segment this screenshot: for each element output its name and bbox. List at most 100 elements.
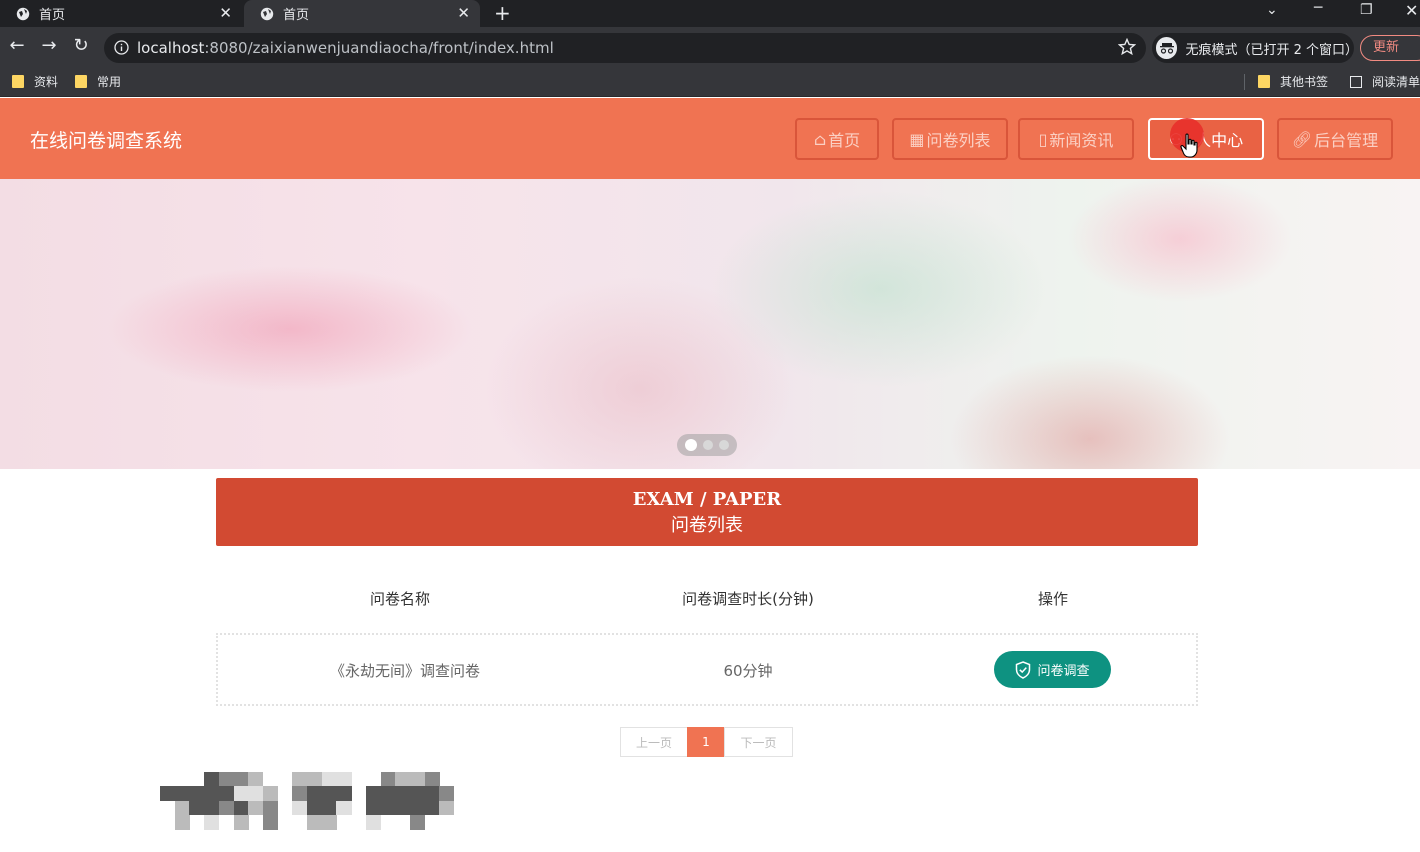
mosaic-cell <box>365 814 381 830</box>
mosaic-cell <box>218 800 234 816</box>
mosaic-cell <box>204 772 220 787</box>
news-icon: ▯ <box>1038 129 1048 149</box>
browser-tab[interactable]: 首页 ✕ <box>0 0 242 27</box>
close-icon[interactable]: ✕ <box>457 5 470 21</box>
new-tab-icon[interactable]: + <box>494 3 511 23</box>
section-title-box: EXAM / PAPER 问卷列表 <box>216 478 1198 546</box>
nav-admin[interactable]: 🔗︎ 后台管理 <box>1277 118 1393 160</box>
url-host: localhost <box>137 39 205 57</box>
nav-news[interactable]: ▯ 新闻资讯 <box>1018 118 1134 160</box>
tab-title: 首页 <box>39 8 66 23</box>
reading-list-icon <box>1350 75 1362 88</box>
mosaic-cell <box>336 786 352 801</box>
folder-icon <box>12 75 24 88</box>
nav-survey-list[interactable]: ▦ 问卷列表 <box>892 118 1008 160</box>
close-icon[interactable]: ✕ <box>219 5 232 21</box>
hero-banner <box>0 179 1420 469</box>
mosaic-cell <box>248 786 264 801</box>
globe-icon <box>260 7 274 20</box>
mosaic-cell <box>307 772 323 787</box>
mosaic-cell <box>307 800 323 816</box>
incognito-icon <box>1156 37 1178 59</box>
survey-button-label: 问卷调查 <box>1037 664 1090 679</box>
tab-title: 首页 <box>283 8 310 23</box>
list-icon: ▦ <box>909 129 925 149</box>
chevron-down-icon[interactable]: ⌄ <box>1266 2 1278 18</box>
pixelated-content <box>160 772 455 830</box>
mosaic-cell <box>424 786 440 801</box>
browser-tab-bar: 首页 ✕ 首页 ✕ + ⌄ ─ ❐ ✕ <box>0 0 1420 27</box>
incognito-indicator[interactable]: 无痕模式（已打开 2 个窗口） <box>1152 33 1359 63</box>
restore-icon[interactable]: ❐ <box>1360 2 1373 18</box>
mosaic-cell <box>395 800 411 816</box>
mosaic-cell <box>321 772 337 787</box>
mosaic-cell <box>380 772 396 787</box>
mosaic-cell <box>380 800 396 816</box>
site-title: 在线问卷调查系统 <box>30 130 183 152</box>
mosaic-cell <box>395 786 411 801</box>
shield-check-icon <box>1016 660 1031 679</box>
address-bar[interactable]: localhost:8080/zaixianwenjuandiaocha/fro… <box>104 33 1146 63</box>
globe-icon <box>16 7 30 20</box>
mosaic-cell <box>292 786 308 801</box>
bookmark-folder[interactable]: 常用 <box>75 73 121 90</box>
mosaic-cell <box>174 800 190 816</box>
other-bookmarks[interactable]: 其他书签 <box>1258 73 1328 90</box>
carousel-dot[interactable] <box>719 440 729 450</box>
mosaic-cell <box>307 786 323 801</box>
url-text[interactable]: localhost:8080/zaixianwenjuandiaocha/fro… <box>137 39 554 57</box>
mosaic-cell <box>204 786 220 801</box>
site-header: 在线问卷调查系统 ⌂首页 ▦问卷列表 ▯新闻资讯 ⚇人中心 🔗︎后台管理 <box>0 98 1420 179</box>
nav-personal-center[interactable]: ⚇人中心 <box>1148 118 1264 160</box>
mosaic-cell <box>424 800 440 816</box>
survey-name: 《永劫无间》调查问卷 <box>329 662 480 680</box>
update-button[interactable]: 更新 <box>1360 35 1420 61</box>
mosaic-cell <box>409 800 426 816</box>
mosaic-cell <box>233 772 249 787</box>
mosaic-cell <box>307 814 323 830</box>
carousel-indicator <box>677 434 737 456</box>
mosaic-cell <box>380 786 396 801</box>
bookmark-folder[interactable]: 资料 <box>12 73 58 90</box>
carousel-dot[interactable] <box>703 440 713 450</box>
info-icon[interactable] <box>114 40 129 55</box>
back-icon[interactable]: ← <box>6 35 28 57</box>
folder-icon <box>75 75 87 88</box>
mosaic-cell <box>321 800 337 816</box>
bookmarks-bar: 资料 常用 其他书签 阅读清单 <box>0 67 1420 97</box>
mosaic-cell <box>248 800 264 816</box>
mosaic-cell <box>292 772 308 787</box>
hand-cursor-icon <box>1180 133 1198 158</box>
incognito-label: 无痕模式（已打开 2 个窗口） <box>1185 42 1359 58</box>
carousel-dot-active[interactable] <box>685 439 697 451</box>
survey-duration: 60分钟 <box>723 662 773 680</box>
survey-button[interactable]: 问卷调查 <box>994 651 1111 688</box>
close-window-icon[interactable]: ✕ <box>1405 1 1418 20</box>
nav-home[interactable]: ⌂ 首页 <box>795 118 879 160</box>
mosaic-cell <box>218 786 234 801</box>
reading-list[interactable]: 阅读清单 <box>1350 73 1420 90</box>
mosaic-cell <box>395 772 411 787</box>
mosaic-cell <box>409 772 426 787</box>
mosaic-cell <box>424 772 440 787</box>
forward-icon[interactable]: → <box>38 35 60 57</box>
mosaic-cell <box>336 800 352 816</box>
mosaic-cell <box>321 786 337 801</box>
star-icon[interactable] <box>1118 38 1136 56</box>
mosaic-cell <box>160 786 176 801</box>
link-icon: 🔗︎ <box>1291 129 1313 149</box>
mosaic-cell <box>292 800 308 816</box>
section-title-cn: 问卷列表 <box>671 515 743 536</box>
next-page-button[interactable]: 下一页 <box>724 727 793 757</box>
column-header-duration: 问卷调查时长(分钟) <box>682 590 814 608</box>
mosaic-cell <box>262 786 279 801</box>
folder-icon <box>1258 75 1270 88</box>
browser-tab-active[interactable]: 首页 ✕ <box>244 0 480 27</box>
mosaic-cell <box>409 786 426 801</box>
page-number-button[interactable]: 1 <box>687 727 725 757</box>
reload-icon[interactable]: ↻ <box>70 35 92 57</box>
column-header-name: 问卷名称 <box>369 590 430 608</box>
minimize-icon[interactable]: ─ <box>1314 0 1322 16</box>
url-path: :8080/zaixianwenjuandiaocha/front/index.… <box>204 39 554 57</box>
prev-page-button[interactable]: 上一页 <box>620 727 688 757</box>
